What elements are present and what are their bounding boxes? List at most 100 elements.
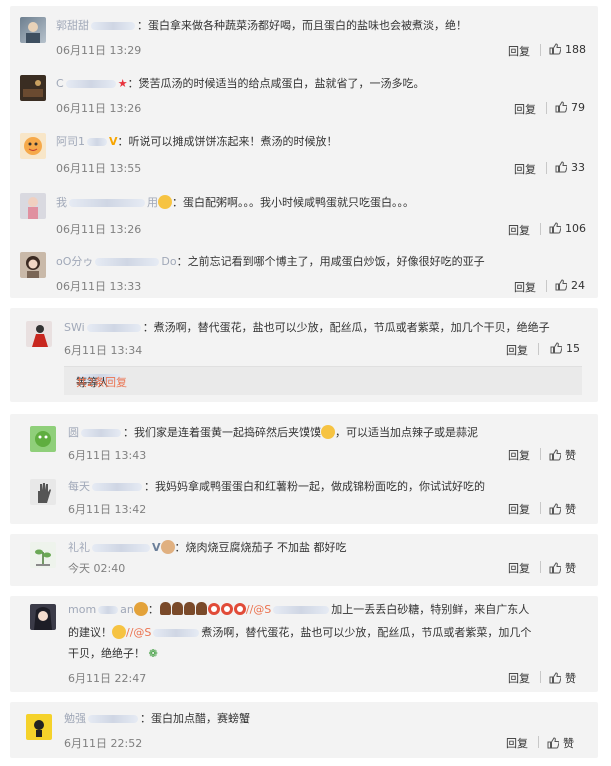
username-blur bbox=[69, 199, 145, 207]
like-button[interactable]: 赞 bbox=[547, 735, 574, 751]
comment-item: SWi ：煮汤啊，替代蛋花，盐也可以少放，配丝瓜，节瓜或者紫菜，加几个干贝，绝绝子… bbox=[10, 308, 598, 366]
smile-emoji-icon bbox=[158, 195, 172, 209]
like-label: 赞 bbox=[565, 562, 576, 575]
comment-item: 我用：蛋白配粥啊。。。我小时候咸鸭蛋就只吃蛋白。。。 06月11日 13:26 … bbox=[10, 180, 598, 238]
comment-text-line3: 干贝，绝绝子！ bbox=[68, 647, 145, 660]
divider bbox=[538, 343, 539, 355]
avatar[interactable] bbox=[30, 604, 56, 630]
like-button[interactable]: 赞 bbox=[549, 670, 576, 686]
username[interactable]: 阿司1 bbox=[56, 135, 85, 148]
thumbs-up-icon bbox=[555, 279, 567, 291]
divider bbox=[540, 44, 541, 56]
mention-link[interactable]: //@S bbox=[246, 603, 271, 616]
sub-reply-bar[interactable]: SWi等等人 共2条回复 bbox=[64, 366, 582, 395]
reply-button[interactable]: 回复 bbox=[514, 279, 536, 295]
reply-button[interactable]: 回复 bbox=[506, 342, 528, 358]
comment-item: oO分ゥ Do：之前忘记看到哪个博主了，用咸蛋白炒饭，好像很好吃的亚子 06月11… bbox=[10, 238, 598, 298]
emoji-icon bbox=[159, 602, 171, 615]
divider bbox=[546, 162, 547, 174]
like-button[interactable]: 赞 bbox=[549, 560, 576, 576]
mention-link[interactable]: //@S bbox=[126, 626, 151, 639]
comment-text: ：烧肉烧豆腐烧茄子 不加盐 都好吃 bbox=[174, 541, 347, 554]
thumbs-up-icon bbox=[547, 737, 559, 749]
avatar[interactable] bbox=[20, 133, 46, 159]
divider bbox=[540, 561, 541, 573]
username-blur bbox=[98, 606, 119, 614]
cartoon-icon bbox=[24, 137, 42, 155]
yellow-icon bbox=[34, 720, 44, 737]
like-button[interactable]: 79 bbox=[555, 101, 585, 114]
eye-emoji-icon bbox=[220, 603, 233, 615]
avatar[interactable] bbox=[20, 17, 46, 43]
thumbs-up-icon bbox=[550, 342, 562, 354]
comment-text: ：蛋白拿来做各种蔬菜汤都好喝，而且蛋白的盐味也会被煮淡，绝！ bbox=[137, 19, 467, 32]
username-blur bbox=[86, 324, 141, 332]
username-suffix: 用 bbox=[147, 196, 158, 209]
username[interactable]: C bbox=[56, 77, 64, 90]
username-blur bbox=[88, 715, 138, 723]
comment-date: 06月11日 13:29 bbox=[56, 44, 142, 57]
username[interactable]: 我 bbox=[56, 196, 67, 209]
comment-text: ：煲苦瓜汤的时候适当的给点咸蛋白，盐就省了，一汤多吃。 bbox=[127, 77, 425, 90]
like-button[interactable]: 188 bbox=[549, 43, 586, 56]
girl-icon bbox=[26, 256, 40, 278]
reply-button[interactable]: 回复 bbox=[508, 447, 530, 463]
like-button[interactable]: 33 bbox=[555, 161, 585, 174]
like-button[interactable]: 24 bbox=[555, 279, 585, 292]
green-icon bbox=[35, 431, 51, 447]
avatar[interactable] bbox=[30, 426, 56, 452]
view-replies-link[interactable]: 共2条回复 bbox=[76, 374, 127, 390]
username-suffix: an bbox=[120, 603, 134, 616]
reply-button[interactable]: 回复 bbox=[508, 501, 530, 517]
like-count: 106 bbox=[565, 222, 586, 235]
red-person-icon bbox=[32, 325, 48, 347]
verified-badge-icon: V bbox=[152, 541, 161, 554]
comment-text: ：蛋白加点醋，赛螃蟹 bbox=[140, 712, 250, 725]
username[interactable]: 圆 bbox=[68, 426, 79, 439]
reply-button[interactable]: 回复 bbox=[514, 101, 536, 117]
comment-card-3: 圆 ：我们家是连着蛋黄一起捣碎然后夹馍馍 ，可以适当加点辣子或是蒜泥 6月11日 1… bbox=[10, 414, 598, 524]
avatar[interactable] bbox=[26, 714, 52, 740]
username[interactable]: SWi bbox=[64, 321, 85, 334]
divider bbox=[540, 671, 541, 683]
reply-button[interactable]: 回复 bbox=[506, 735, 528, 751]
avatar[interactable] bbox=[30, 542, 56, 568]
comment-card-5: mom an：//@S 加上一丢丢白砂糖，特别鲜，来自广东人 的建议！//@S 煮汤啊… bbox=[10, 596, 598, 692]
avatar[interactable] bbox=[26, 321, 52, 347]
eye-emoji-icon bbox=[233, 603, 246, 615]
divider bbox=[546, 280, 547, 292]
avatar[interactable] bbox=[20, 193, 46, 219]
comment-item: C ★：煲苦瓜汤的时候适当的给点咸蛋白，盐就省了，一汤多吃。 06月11日 13:… bbox=[10, 64, 598, 122]
like-label: 赞 bbox=[565, 503, 576, 516]
avatar[interactable] bbox=[20, 75, 46, 101]
star-badge-icon: ★ bbox=[117, 77, 128, 90]
like-button[interactable]: 赞 bbox=[549, 501, 576, 517]
avatar[interactable] bbox=[30, 479, 56, 505]
username[interactable]: 礼礼 bbox=[68, 541, 90, 554]
username-blur bbox=[87, 138, 107, 146]
like-button[interactable]: 106 bbox=[549, 222, 586, 235]
comment-date: 06月11日 13:26 bbox=[56, 102, 142, 115]
comment-text: ：我妈妈拿咸鸭蛋蛋白和红薯粉一起，做成锦粉面吃的，你试试好吃的 bbox=[144, 480, 485, 493]
username[interactable]: 每天 bbox=[68, 480, 90, 493]
reply-button[interactable]: 回复 bbox=[508, 222, 530, 238]
reply-button[interactable]: 回复 bbox=[508, 560, 530, 576]
username[interactable]: mom bbox=[68, 603, 96, 616]
avatar[interactable] bbox=[20, 252, 46, 278]
comment-date: 6月11日 13:42 bbox=[68, 503, 147, 516]
reply-button[interactable]: 回复 bbox=[508, 43, 530, 59]
blush-emoji-icon bbox=[321, 425, 335, 439]
like-button[interactable]: 15 bbox=[550, 342, 580, 355]
reply-button[interactable]: 回复 bbox=[508, 670, 530, 686]
reply-button[interactable]: 回复 bbox=[514, 161, 536, 177]
username[interactable]: 勉强 bbox=[64, 712, 86, 725]
anime-icon bbox=[34, 607, 52, 630]
username[interactable]: 郭甜甜 bbox=[56, 19, 89, 32]
like-button[interactable]: 赞 bbox=[549, 447, 576, 463]
thumbs-up-icon bbox=[549, 562, 561, 574]
comment-text: ：蛋白配粥啊。。。我小时候咸鸭蛋就只吃蛋白。。。 bbox=[172, 196, 414, 209]
divider bbox=[540, 223, 541, 235]
eye-emoji-icon bbox=[207, 603, 220, 615]
divider bbox=[538, 736, 539, 748]
username[interactable]: oO分ゥ bbox=[56, 255, 93, 268]
